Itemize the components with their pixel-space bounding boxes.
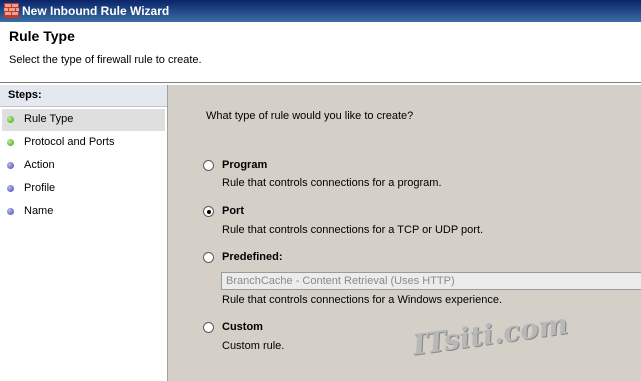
title-bar: New Inbound Rule Wizard [0,0,641,22]
step-name[interactable]: Name [2,201,165,223]
radio-predefined[interactable] [203,252,214,263]
option-program-description: Rule that controls connections for a pro… [222,177,442,189]
steps-label: Steps: [8,89,42,101]
option-port-label[interactable]: Port [222,205,244,217]
step-label: Name [24,205,54,217]
option-predefined-label[interactable]: Predefined: [222,251,283,263]
step-protocol-and-ports[interactable]: Protocol and Ports [2,132,165,154]
step-complete-icon [7,116,14,123]
step-label: Action [24,159,55,171]
rule-type-question: What type of rule would you like to crea… [206,110,414,122]
radio-program[interactable] [203,160,214,171]
option-predefined-description: Rule that controls connections for a Win… [222,294,503,306]
wizard-header: Rule Type Select the type of firewall ru… [0,22,641,83]
step-profile[interactable]: Profile [2,178,165,200]
radio-selected-dot [206,209,211,214]
step-action[interactable]: Action [2,155,165,177]
predefined-rule-select[interactable]: BranchCache - Content Retrieval (Uses HT… [221,272,641,290]
step-pending-icon [7,208,14,215]
step-pending-icon [7,185,14,192]
page-subtitle: Select the type of firewall rule to crea… [9,54,202,66]
option-custom-label[interactable]: Custom [222,321,263,333]
step-label: Protocol and Ports [24,136,115,148]
page-title: Rule Type [9,28,75,44]
predefined-rule-value: BranchCache - Content Retrieval (Uses HT… [226,275,455,287]
firewall-app-icon [4,3,19,18]
step-complete-icon [7,139,14,146]
option-program-label[interactable]: Program [222,159,267,171]
steps-panel: Steps: Rule Type Protocol and Ports Acti… [0,85,168,381]
radio-port[interactable] [203,206,214,217]
step-label: Rule Type [24,113,74,125]
window-title: New Inbound Rule Wizard [22,4,170,18]
rule-type-content: What type of rule would you like to crea… [168,85,641,381]
step-rule-type[interactable]: Rule Type [2,109,165,131]
radio-custom[interactable] [203,322,214,333]
option-port-description: Rule that controls connections for a TCP… [222,224,484,236]
option-custom-description: Custom rule. [222,340,285,352]
step-label: Profile [24,182,56,194]
step-pending-icon [7,162,14,169]
steps-header: Steps: [0,85,167,107]
